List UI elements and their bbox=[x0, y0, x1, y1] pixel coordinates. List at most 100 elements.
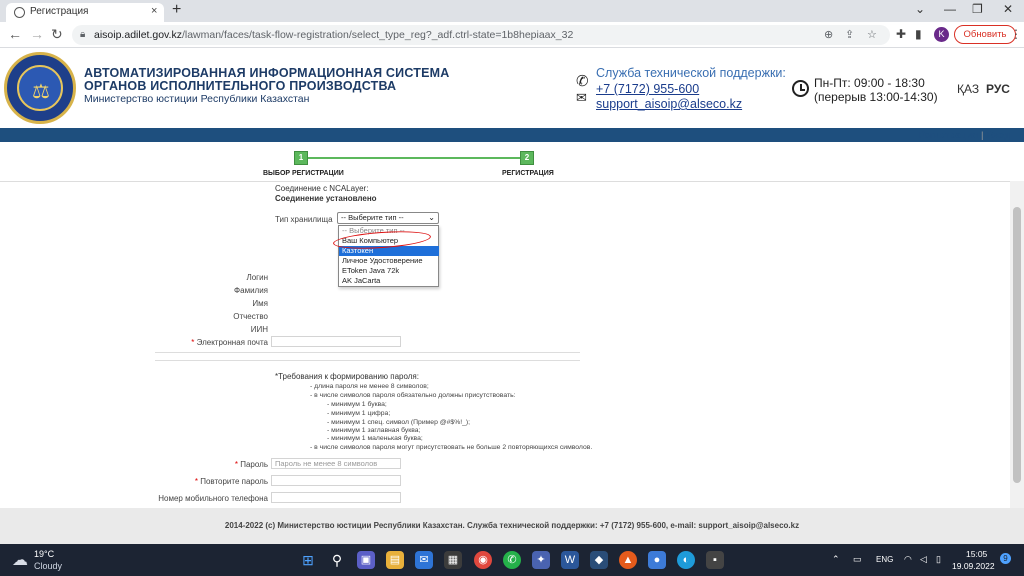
clock-date[interactable]: 19.09.2022 bbox=[952, 561, 995, 571]
app-icon[interactable]: ● bbox=[648, 551, 666, 569]
chevron-down-icon: ⌄ bbox=[428, 213, 435, 222]
site-title-line1: АВТОМАТИЗИРОВАННАЯ ИНФОРМАЦИОННАЯ СИСТЕМ… bbox=[84, 66, 450, 80]
ncalayer-status: Соединение установлено bbox=[275, 194, 377, 203]
taskbar: ☁ 19°C Cloudy ⊞ ⚲ ▣ ▤ ✉ ▦ ◉ ✆ ✦ W ◆ ▲ ● … bbox=[0, 544, 1024, 576]
dropdown-option[interactable]: AK JaCarta bbox=[339, 276, 439, 286]
zoom-icon[interactable]: ⊕ bbox=[824, 28, 833, 41]
scrollbar-thumb[interactable] bbox=[1013, 207, 1021, 483]
extensions-icon[interactable]: ✚ bbox=[896, 27, 906, 41]
browser-tabbar: Регистрация × + ⌄ — ❐ ✕ bbox=[0, 0, 1024, 22]
lang-kaz-link[interactable]: ҚАЗ bbox=[957, 82, 979, 96]
dropdown-option[interactable]: EToken Java 72k bbox=[339, 266, 439, 276]
sidepanel-icon[interactable]: ▮ bbox=[915, 27, 922, 41]
windows-start-icon[interactable]: ⊞ bbox=[299, 551, 317, 569]
weather-temperature[interactable]: 19°C bbox=[34, 549, 54, 559]
page-scrollbar[interactable] bbox=[1010, 181, 1024, 508]
edge-icon[interactable]: ◐ bbox=[677, 551, 695, 569]
app-icon[interactable]: ▪ bbox=[706, 551, 724, 569]
repeat-password-input[interactable] bbox=[271, 475, 401, 486]
messenger-icon[interactable]: ✦ bbox=[532, 551, 550, 569]
password-requirement: - минимум 1 буква; bbox=[327, 401, 387, 408]
step-2-badge: 2 bbox=[520, 151, 534, 165]
teams-icon[interactable]: ▣ bbox=[357, 551, 375, 569]
share-icon[interactable]: ⇪ bbox=[845, 28, 854, 41]
top-navbar bbox=[0, 128, 1024, 142]
login-link[interactable]: Вход bbox=[987, 130, 1011, 141]
tab-close-icon[interactable]: × bbox=[151, 5, 157, 17]
surname-label: Фамилия bbox=[234, 286, 268, 295]
register-link[interactable]: Регистрация bbox=[919, 130, 978, 141]
phone-icon: ✆ bbox=[576, 73, 589, 90]
globe-icon bbox=[14, 7, 25, 18]
menu-icon[interactable]: ⋮ bbox=[1010, 27, 1022, 41]
network-icon[interactable]: ▭ bbox=[853, 554, 862, 565]
required-mark: * bbox=[191, 338, 195, 347]
divider bbox=[155, 360, 580, 361]
lang-rus-link[interactable]: РУС bbox=[986, 82, 1010, 96]
back-icon[interactable]: ← bbox=[8, 26, 22, 42]
mail-app-icon[interactable]: ✉ bbox=[415, 551, 433, 569]
site-subtitle: Министерство юстиции Республики Казахста… bbox=[84, 93, 310, 105]
password-requirement: - минимум 1 спец. символ (Пример @#$%!_)… bbox=[327, 419, 471, 426]
tray-chevron-icon[interactable]: ⌃ bbox=[832, 554, 840, 565]
site-header: ⚖ АВТОМАТИЗИРОВАННАЯ ИНФОРМАЦИОННАЯ СИСТ… bbox=[0, 48, 1024, 128]
apps-icon[interactable]: ▦ bbox=[444, 551, 462, 569]
step-1-label: ВЫБОР РЕГИСТРАЦИИ bbox=[263, 170, 344, 177]
address-bar[interactable]: 🔒︎ aisoip.adilet.gov.kz/lawman/faces/tas… bbox=[72, 25, 890, 45]
dropdown-option[interactable]: Личное Удостоверение bbox=[339, 256, 439, 266]
support-phone-link[interactable]: +7 (7172) 955-600 bbox=[596, 82, 699, 96]
auth-links: Регистрация | Вход bbox=[919, 130, 1010, 141]
battery-icon[interactable]: ▯ bbox=[936, 554, 941, 565]
weather-condition[interactable]: Cloudy bbox=[34, 561, 62, 571]
reload-icon[interactable]: ↻ bbox=[51, 26, 63, 43]
email-label-text: Электронная почта bbox=[196, 338, 268, 347]
volume-icon[interactable]: ◁ bbox=[920, 554, 927, 565]
password-label: * Пароль bbox=[235, 460, 268, 469]
registration-steps: 1 2 ВЫБОР РЕГИСТРАЦИИ РЕГИСТРАЦИЯ bbox=[0, 145, 1024, 181]
password-input[interactable]: Пароль не менее 8 символов bbox=[271, 458, 401, 469]
search-icon[interactable]: ⚲ bbox=[328, 551, 346, 569]
wifi-icon[interactable]: ◠ bbox=[904, 554, 912, 565]
password-requirement: - минимум 1 цифра; bbox=[327, 410, 391, 417]
maximize-icon[interactable]: ❐ bbox=[972, 2, 983, 16]
clock-time[interactable]: 15:05 bbox=[966, 549, 987, 559]
emblem-inner: ⚖ bbox=[17, 65, 63, 111]
word-icon[interactable]: W bbox=[561, 551, 579, 569]
update-button[interactable]: Обновить bbox=[954, 25, 1016, 44]
tab-search-icon[interactable]: ⌄ bbox=[915, 2, 925, 16]
tab-title: Регистрация bbox=[30, 6, 89, 17]
forward-icon[interactable]: → bbox=[30, 26, 44, 42]
app-icon[interactable]: ▲ bbox=[619, 551, 637, 569]
whatsapp-icon[interactable]: ✆ bbox=[503, 551, 521, 569]
language-indicator[interactable]: ENG bbox=[876, 555, 893, 564]
app-icon[interactable]: ◆ bbox=[590, 551, 608, 569]
password-requirement: - в числе символов пароля обязательно до… bbox=[310, 392, 516, 399]
chrome-icon[interactable]: ◉ bbox=[474, 551, 492, 569]
phone-input[interactable] bbox=[271, 492, 401, 503]
browser-tab[interactable]: Регистрация × bbox=[6, 3, 164, 22]
scales-icon: ⚖ bbox=[32, 81, 50, 103]
name-label: Имя bbox=[252, 299, 268, 308]
nav-separator: | bbox=[981, 130, 984, 141]
working-hours: Пн-Пт: 09:00 - 18:30 bbox=[814, 76, 925, 90]
profile-avatar[interactable]: K bbox=[934, 27, 949, 42]
url-host: aisoip.adilet.gov.kz bbox=[94, 29, 182, 41]
file-explorer-icon[interactable]: ▤ bbox=[386, 551, 404, 569]
clock-icon bbox=[792, 80, 809, 97]
required-mark: * bbox=[234, 460, 238, 469]
email-input[interactable] bbox=[271, 336, 401, 347]
minimize-icon[interactable]: — bbox=[944, 2, 956, 16]
support-email-link[interactable]: support_aisoip@alseco.kz bbox=[596, 97, 742, 111]
storage-selected-value: -- Выберите тип -- bbox=[341, 213, 404, 222]
notification-badge[interactable]: 9 bbox=[1000, 553, 1011, 564]
required-mark: * bbox=[194, 477, 198, 486]
close-window-icon[interactable]: ✕ bbox=[1003, 2, 1013, 16]
new-tab-button[interactable]: + bbox=[172, 1, 181, 19]
clock-hand bbox=[800, 89, 805, 91]
ncalayer-label: Соединение с NCALayer: bbox=[275, 184, 369, 193]
lock-icon: 🔒︎ bbox=[80, 29, 86, 40]
bookmark-star-icon[interactable]: ☆ bbox=[867, 28, 877, 41]
storage-type-select[interactable]: -- Выберите тип -- ⌄ bbox=[337, 212, 439, 224]
password-requirement: - минимум 1 маленькая буква; bbox=[327, 435, 423, 442]
break-hours: (перерыв 13:00-14:30) bbox=[814, 90, 938, 104]
